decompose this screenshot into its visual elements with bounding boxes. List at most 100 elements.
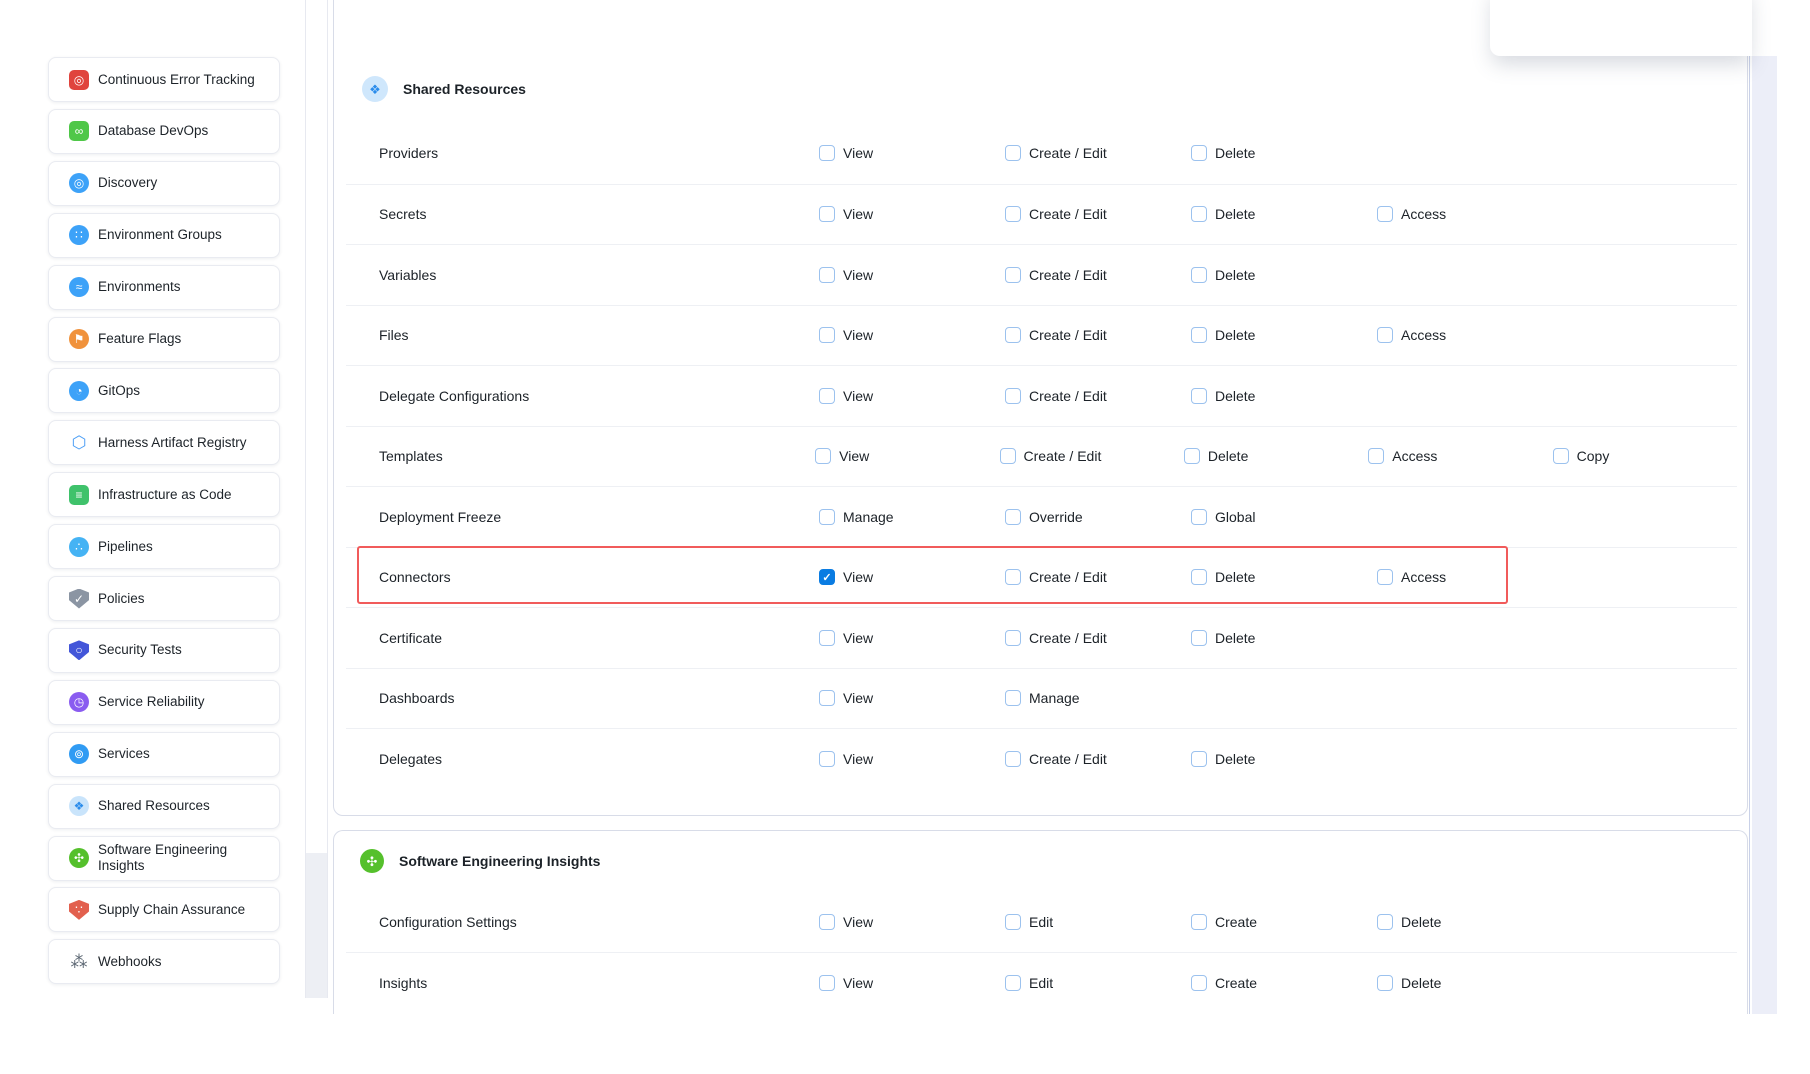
error-tracking-icon: ◎ bbox=[69, 70, 89, 90]
checkbox-label: Create / Edit bbox=[1029, 206, 1107, 222]
deployment-freeze-manage-checkbox[interactable] bbox=[819, 509, 835, 525]
checkbox-label: Manage bbox=[843, 509, 894, 525]
sidebar-item-service-reliability[interactable]: ◷Service Reliability bbox=[48, 680, 280, 725]
sidebar-item-services[interactable]: ⊚Services bbox=[48, 732, 280, 777]
checkbox-label: View bbox=[843, 751, 873, 767]
dashboards-manage-checkbox[interactable] bbox=[1005, 690, 1021, 706]
sidebar-item-software-engineering-insights[interactable]: ✣Software Engineering Insights bbox=[48, 836, 280, 881]
insights-delete-checkbox[interactable] bbox=[1377, 975, 1393, 991]
secrets-create-edit-checkbox[interactable] bbox=[1005, 206, 1021, 222]
templates-delete-checkbox[interactable] bbox=[1184, 448, 1200, 464]
secrets-view-checkbox[interactable] bbox=[819, 206, 835, 222]
permission-deployment-freeze-global: Global bbox=[1191, 509, 1377, 525]
dashboards-view-checkbox[interactable] bbox=[819, 690, 835, 706]
files-access-checkbox[interactable] bbox=[1377, 327, 1393, 343]
templates-create-edit-checkbox[interactable] bbox=[1000, 448, 1016, 464]
permission-certificate-delete: Delete bbox=[1191, 630, 1377, 646]
checkbox-label: Delete bbox=[1215, 630, 1255, 646]
sidebar-item-security-tests[interactable]: ○Security Tests bbox=[48, 628, 280, 673]
providers-create-edit-checkbox[interactable] bbox=[1005, 145, 1021, 161]
sidebar-item-environment-groups[interactable]: ∷Environment Groups bbox=[48, 213, 280, 258]
deployment-freeze-override-checkbox[interactable] bbox=[1005, 509, 1021, 525]
permission-delegates-create-edit: Create / Edit bbox=[1005, 751, 1191, 767]
sidebar-item-label: Supply Chain Assurance bbox=[98, 902, 245, 918]
sidebar-item-webhooks[interactable]: ⁂ Webhooks bbox=[48, 939, 280, 984]
page-scrollbar-track[interactable] bbox=[1749, 56, 1777, 1014]
checkbox-label: Copy bbox=[1577, 448, 1610, 464]
templates-access-checkbox[interactable] bbox=[1368, 448, 1384, 464]
templates-view-checkbox[interactable] bbox=[815, 448, 831, 464]
sidebar-item-infrastructure-as-code[interactable]: ≡Infrastructure as Code bbox=[48, 472, 280, 517]
configuration-settings-view-checkbox[interactable] bbox=[819, 914, 835, 930]
files-create-edit-checkbox[interactable] bbox=[1005, 327, 1021, 343]
certificate-delete-checkbox[interactable] bbox=[1191, 630, 1207, 646]
configuration-settings-edit-checkbox[interactable] bbox=[1005, 914, 1021, 930]
sidebar-item-feature-flags[interactable]: ⚑Feature Flags bbox=[48, 317, 280, 362]
configuration-settings-delete-checkbox[interactable] bbox=[1377, 914, 1393, 930]
connectors-view-checkbox[interactable]: ✓ bbox=[819, 569, 835, 585]
permission-variables-delete: Delete bbox=[1191, 267, 1377, 283]
certificate-create-edit-checkbox[interactable] bbox=[1005, 630, 1021, 646]
files-view-checkbox[interactable] bbox=[819, 327, 835, 343]
files-delete-checkbox[interactable] bbox=[1191, 327, 1207, 343]
resource-label: Files bbox=[379, 327, 819, 343]
insights-view-checkbox[interactable] bbox=[819, 975, 835, 991]
configuration-settings-create-checkbox[interactable] bbox=[1191, 914, 1207, 930]
sidebar-item-harness-artifact-registry[interactable]: ⬡Harness Artifact Registry bbox=[48, 420, 280, 465]
delegate-configurations-delete-checkbox[interactable] bbox=[1191, 388, 1207, 404]
variables-create-edit-checkbox[interactable] bbox=[1005, 267, 1021, 283]
shared-resources-section-icon: ❖ bbox=[362, 76, 388, 102]
permission-templates-create-edit: Create / Edit bbox=[1000, 448, 1184, 464]
delegates-delete-checkbox[interactable] bbox=[1191, 751, 1207, 767]
secrets-delete-checkbox[interactable] bbox=[1191, 206, 1207, 222]
resource-label: Dashboards bbox=[379, 690, 819, 706]
permission-configuration-settings-delete: Delete bbox=[1377, 914, 1563, 930]
sidebar-item-shared-resources[interactable]: ❖Shared Resources bbox=[48, 784, 280, 829]
delegates-view-checkbox[interactable] bbox=[819, 751, 835, 767]
insights-create-checkbox[interactable] bbox=[1191, 975, 1207, 991]
resource-label: Providers bbox=[379, 145, 819, 161]
checkbox-label: View bbox=[839, 448, 869, 464]
delegate-configurations-create-edit-checkbox[interactable] bbox=[1005, 388, 1021, 404]
sidebar-item-policies[interactable]: ✓Policies bbox=[48, 576, 280, 621]
connectors-create-edit-checkbox[interactable] bbox=[1005, 569, 1021, 585]
permission-templates-view: View bbox=[815, 448, 999, 464]
permission-row-delegates: DelegatesViewCreate / EditDelete bbox=[346, 728, 1737, 789]
sidebar-item-environments[interactable]: ≈Environments bbox=[48, 265, 280, 310]
checkbox-label: Delete bbox=[1215, 569, 1255, 585]
providers-view-checkbox[interactable] bbox=[819, 145, 835, 161]
checkbox-label: Delete bbox=[1215, 327, 1255, 343]
content-scrollbar-thumb[interactable] bbox=[306, 853, 327, 998]
insights-edit-checkbox[interactable] bbox=[1005, 975, 1021, 991]
delegate-configurations-view-checkbox[interactable] bbox=[819, 388, 835, 404]
sidebar-item-supply-chain-assurance[interactable]: ∵ Supply Chain Assurance bbox=[48, 887, 280, 932]
checkbox-label: Edit bbox=[1029, 975, 1053, 991]
sidebar-item-pipelines[interactable]: ∴Pipelines bbox=[48, 524, 280, 569]
deployment-freeze-global-checkbox[interactable] bbox=[1191, 509, 1207, 525]
permission-insights-edit: Edit bbox=[1005, 975, 1191, 991]
software-engineering-insights-card: ✣Software Engineering InsightsConfigurat… bbox=[333, 830, 1748, 1014]
resource-label: Configuration Settings bbox=[379, 914, 819, 930]
sidebar-item-database-devops[interactable]: ∞Database DevOps bbox=[48, 109, 280, 154]
sidebar-item-discovery[interactable]: ◎Discovery bbox=[48, 161, 280, 206]
sidebar-item-continuous-error-tracking[interactable]: ◎Continuous Error Tracking bbox=[48, 57, 280, 102]
variables-delete-checkbox[interactable] bbox=[1191, 267, 1207, 283]
webhooks-icon: ⁂ bbox=[69, 952, 89, 972]
providers-delete-checkbox[interactable] bbox=[1191, 145, 1207, 161]
resource-label: Templates bbox=[379, 448, 815, 464]
connectors-access-checkbox[interactable] bbox=[1377, 569, 1393, 585]
templates-copy-checkbox[interactable] bbox=[1553, 448, 1569, 464]
variables-view-checkbox[interactable] bbox=[819, 267, 835, 283]
environment-groups-icon: ∷ bbox=[69, 225, 89, 245]
connectors-delete-checkbox[interactable] bbox=[1191, 569, 1207, 585]
supply-chain-icon: ∵ bbox=[69, 900, 89, 920]
feature-flags-icon: ⚑ bbox=[69, 329, 89, 349]
permission-row-delegate-configurations: Delegate ConfigurationsViewCreate / Edit… bbox=[346, 365, 1737, 426]
secrets-access-checkbox[interactable] bbox=[1377, 206, 1393, 222]
page-scrollbar-thumb[interactable] bbox=[1752, 56, 1777, 1014]
certificate-view-checkbox[interactable] bbox=[819, 630, 835, 646]
delegates-create-edit-checkbox[interactable] bbox=[1005, 751, 1021, 767]
content-scrollbar-track[interactable] bbox=[305, 0, 328, 998]
sidebar-item-label: Webhooks bbox=[98, 954, 162, 970]
sidebar-item-gitops[interactable]: ◔GitOps bbox=[48, 368, 280, 413]
